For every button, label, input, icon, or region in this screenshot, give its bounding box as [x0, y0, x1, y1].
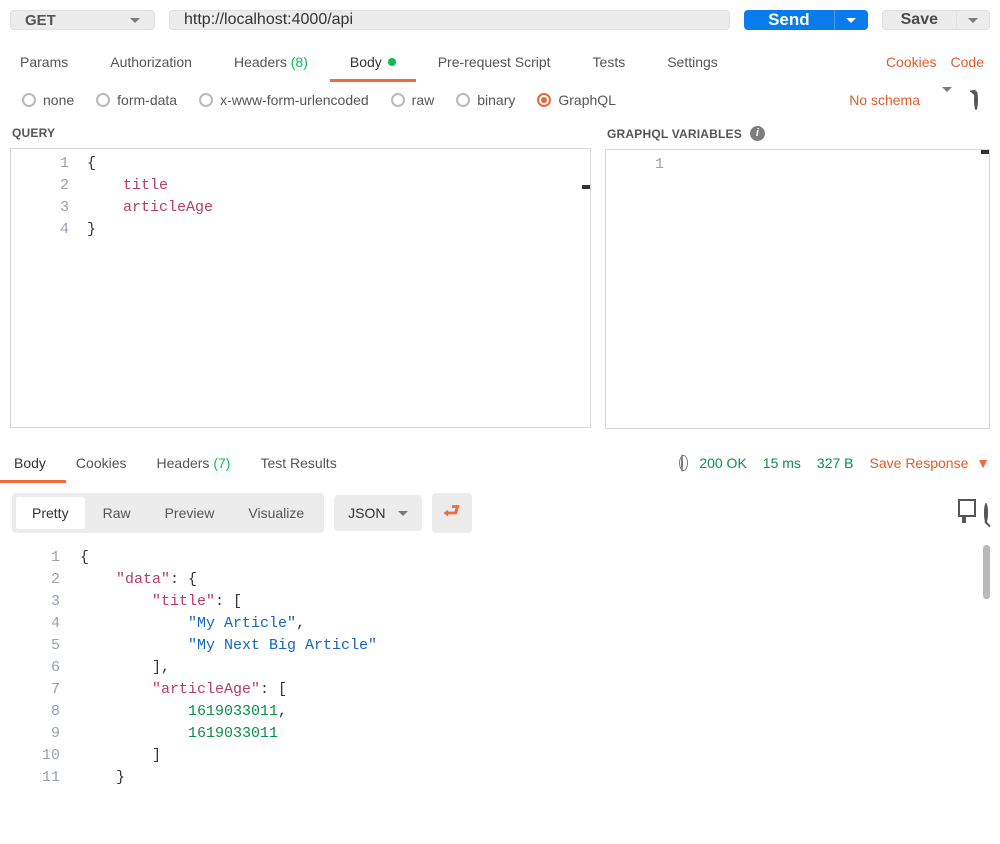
radio-icon: [22, 93, 36, 107]
body-type-formdata[interactable]: form-data: [96, 92, 177, 108]
globe-icon: [681, 454, 683, 472]
body-type-label: form-data: [117, 92, 177, 108]
send-dropdown-button[interactable]: [834, 10, 868, 30]
body-type-label: binary: [477, 92, 515, 108]
tab-prerequest[interactable]: Pre-request Script: [434, 44, 555, 80]
format-label: JSON: [348, 505, 385, 521]
chevron-down-icon: [130, 18, 140, 23]
body-type-xwww[interactable]: x-www-form-urlencoded: [199, 92, 369, 108]
view-pretty[interactable]: Pretty: [16, 497, 85, 529]
http-method-value: GET: [25, 12, 56, 29]
network-icon-button[interactable]: [681, 455, 683, 471]
save-response-button[interactable]: Save Response ▼: [870, 455, 990, 471]
radio-icon: [96, 93, 110, 107]
body-type-label: GraphQL: [558, 92, 616, 108]
resp-headers-label: Headers: [157, 455, 210, 471]
copy-response-button[interactable]: [962, 505, 966, 521]
view-visualize[interactable]: Visualize: [232, 497, 320, 529]
body-type-none[interactable]: none: [22, 92, 74, 108]
body-type-label: raw: [412, 92, 435, 108]
body-type-label: none: [43, 92, 74, 108]
body-type-label: x-www-form-urlencoded: [220, 92, 369, 108]
tab-headers-label: Headers: [234, 54, 287, 70]
tab-params[interactable]: Params: [16, 44, 72, 80]
resp-headers-count: (7): [213, 455, 230, 471]
vars-panel-title: GRAPHQL VARIABLES: [607, 127, 742, 141]
chevron-down-icon: [968, 18, 978, 23]
dot-indicator-icon: [388, 58, 396, 66]
cookies-link[interactable]: Cookies: [886, 54, 937, 70]
wrap-icon: ⮐: [443, 497, 460, 529]
response-editor[interactable]: 1234567891011 { "data": { "title": [ "My…: [0, 541, 1000, 797]
tab-authorization[interactable]: Authorization: [106, 44, 196, 80]
schema-dropdown[interactable]: [942, 92, 952, 108]
view-mode-group: Pretty Raw Preview Visualize: [12, 493, 324, 533]
query-code: { title articleAge }: [79, 149, 590, 427]
send-button[interactable]: Send: [744, 10, 834, 30]
radio-icon: [456, 93, 470, 107]
response-gutter: 1234567891011: [0, 543, 70, 793]
refresh-icon: [974, 90, 978, 110]
scrollbar-thumb[interactable]: [983, 545, 990, 599]
chevron-down-icon: [398, 511, 408, 516]
wrap-lines-button[interactable]: ⮐: [432, 493, 472, 533]
query-panel-title: QUERY: [10, 122, 591, 148]
response-tab-headers[interactable]: Headers (7): [153, 445, 235, 481]
response-tab-testresults[interactable]: Test Results: [256, 445, 340, 481]
view-preview[interactable]: Preview: [149, 497, 231, 529]
editor-marker: [981, 150, 989, 154]
save-button[interactable]: Save: [882, 10, 956, 30]
headers-count: (8): [291, 54, 308, 70]
tab-headers[interactable]: Headers (8): [230, 44, 312, 80]
radio-icon: [537, 93, 551, 107]
chevron-down-icon: [846, 18, 856, 23]
url-input[interactable]: [169, 10, 730, 30]
radio-icon: [391, 93, 405, 107]
search-response-button[interactable]: [984, 505, 988, 521]
save-dropdown-button[interactable]: [956, 10, 990, 30]
variables-editor[interactable]: 1: [605, 149, 990, 429]
tab-settings[interactable]: Settings: [663, 44, 722, 80]
response-code: { "data": { "title": [ "My Article", "My…: [70, 543, 996, 793]
view-raw[interactable]: Raw: [87, 497, 147, 529]
body-type-graphql[interactable]: GraphQL: [537, 92, 616, 108]
editor-marker: [582, 185, 590, 189]
response-tab-body[interactable]: Body: [10, 445, 50, 481]
query-gutter: 1234: [11, 149, 79, 427]
response-tab-cookies[interactable]: Cookies: [72, 445, 131, 481]
status-size: 327 B: [817, 455, 854, 471]
code-link[interactable]: Code: [951, 54, 984, 70]
tab-body[interactable]: Body: [346, 44, 400, 80]
tab-tests[interactable]: Tests: [589, 44, 630, 80]
http-method-select[interactable]: GET: [10, 10, 155, 30]
chevron-down-icon: [942, 87, 952, 108]
status-code: 200 OK: [699, 455, 746, 471]
tab-body-label: Body: [350, 54, 382, 70]
search-icon: [984, 503, 988, 523]
format-select[interactable]: JSON: [334, 495, 421, 531]
refresh-schema-button[interactable]: [974, 92, 978, 108]
info-icon[interactable]: i: [750, 126, 765, 141]
radio-icon: [199, 93, 213, 107]
body-type-binary[interactable]: binary: [456, 92, 515, 108]
vars-code: [674, 150, 989, 428]
query-editor[interactable]: 1234 { title articleAge }: [10, 148, 591, 428]
vars-gutter: 1: [606, 150, 674, 428]
status-time: 15 ms: [763, 455, 801, 471]
copy-icon: [962, 503, 966, 523]
save-response-label: Save Response: [870, 455, 969, 471]
schema-status[interactable]: No schema: [849, 92, 920, 108]
body-type-raw[interactable]: raw: [391, 92, 435, 108]
